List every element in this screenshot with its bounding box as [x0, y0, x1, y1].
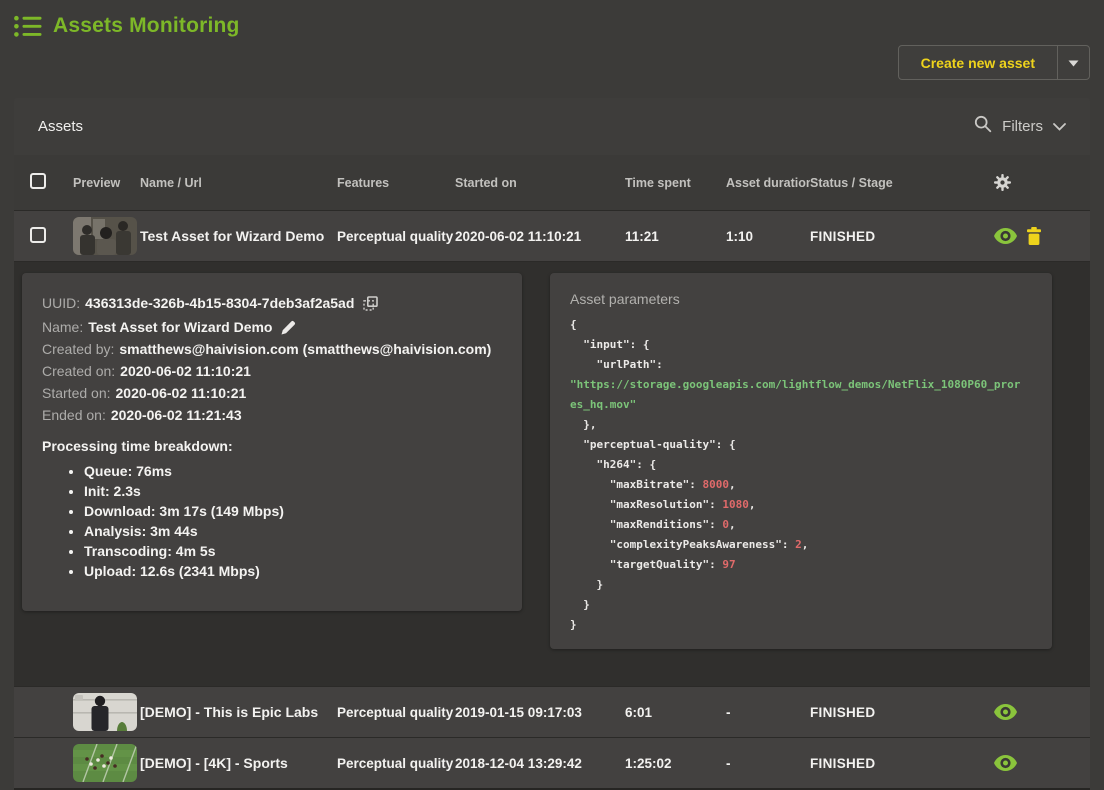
- processing-breakdown-title: Processing time breakdown:: [42, 438, 502, 454]
- code-line: "perceptual-quality": {: [570, 435, 1032, 455]
- status-badge: FINISHED: [810, 229, 944, 244]
- breakdown-item: Transcoding: 4m 5s: [84, 543, 502, 560]
- page-title: Assets Monitoring: [53, 14, 240, 38]
- asset-metadata-card: UUID: 436313de-326b-4b15-8304-7deb3af2a5…: [22, 273, 522, 611]
- breakdown-item: Upload: 12.6s (2341 Mbps): [84, 563, 502, 580]
- processing-breakdown-list: Queue: 76ms Init: 2.3s Download: 3m 17s …: [84, 463, 502, 580]
- asset-started-on: 2018-12-04 13:29:42: [455, 756, 625, 771]
- table-row[interactable]: [DEMO] - This is Epic Labs Perceptual qu…: [14, 686, 1090, 737]
- column-header-name-url: Name / Url: [140, 176, 337, 190]
- code-line: "targetQuality": 97: [570, 555, 1032, 575]
- ended-on-field: Ended on: 2020-06-02 11:21:43: [42, 407, 502, 424]
- asset-name: [DEMO] - This is Epic Labs: [140, 704, 337, 720]
- panel-header: Assets Filters: [14, 98, 1090, 155]
- code-line: },: [570, 415, 1032, 435]
- view-asset-eye-icon[interactable]: [994, 228, 1017, 244]
- create-asset-dropdown-button[interactable]: [1057, 45, 1090, 80]
- breakdown-item: Queue: 76ms: [84, 463, 502, 480]
- table-settings-gear-icon[interactable]: [994, 174, 1011, 191]
- assets-list-icon[interactable]: [14, 15, 42, 38]
- code-line: "maxResolution": 1080,: [570, 495, 1032, 515]
- code-line: "maxRenditions": 0,: [570, 515, 1032, 535]
- asset-duration: -: [726, 705, 810, 720]
- create-new-asset-button[interactable]: Create new asset: [898, 45, 1058, 80]
- edit-name-pencil-icon[interactable]: [281, 320, 296, 335]
- created-by-field: Created by: smatthews@haivision.com (sma…: [42, 341, 502, 358]
- copy-uuid-icon[interactable]: [363, 296, 378, 311]
- code-line: {: [570, 315, 1032, 335]
- uuid-field: UUID: 436313de-326b-4b15-8304-7deb3af2a5…: [42, 295, 502, 312]
- asset-parameters-json: { "input": { "urlPath":"https://storage.…: [570, 315, 1032, 635]
- asset-name: Test Asset for Wizard Demo: [140, 228, 337, 244]
- topbar: Assets Monitoring: [14, 14, 240, 38]
- chevron-down-icon[interactable]: [1053, 118, 1066, 136]
- name-field: Name: Test Asset for Wizard Demo: [42, 319, 502, 336]
- asset-time-spent: 1:25:02: [625, 756, 726, 771]
- asset-thumbnail[interactable]: [73, 217, 137, 255]
- asset-detail-panel: UUID: 436313de-326b-4b15-8304-7deb3af2a5…: [14, 261, 1090, 686]
- code-line: es_hq.mov": [570, 395, 1032, 415]
- asset-parameters-title: Asset parameters: [570, 291, 1032, 307]
- code-line: }: [570, 575, 1032, 595]
- code-line: "urlPath":: [570, 355, 1032, 375]
- table-row[interactable]: Test Asset for Wizard Demo Perceptual qu…: [14, 210, 1090, 261]
- asset-started-on: 2020-06-02 11:10:21: [455, 229, 625, 244]
- filters-label[interactable]: Filters: [1002, 118, 1043, 135]
- status-badge: FINISHED: [810, 756, 944, 771]
- select-all-checkbox[interactable]: [30, 173, 46, 189]
- table-row[interactable]: [DEMO] - [4K] - Sports Perceptual qualit…: [14, 737, 1090, 788]
- caret-down-icon: [1068, 55, 1079, 70]
- column-header-time-spent: Time spent: [625, 176, 726, 190]
- page: Assets Monitoring Create new asset Asset…: [0, 0, 1104, 790]
- column-header-status-stage: Status / Stage: [810, 176, 944, 190]
- asset-parameters-card: Asset parameters { "input": { "urlPath":…: [550, 273, 1052, 649]
- created-on-field: Created on: 2020-06-02 11:10:21: [42, 363, 502, 380]
- breakdown-item: Download: 3m 17s (149 Mbps): [84, 503, 502, 520]
- asset-features: Perceptual quality: [337, 705, 455, 720]
- asset-thumbnail[interactable]: [73, 693, 137, 731]
- column-header-started-on: Started on: [455, 176, 625, 190]
- code-line: "maxBitrate": 8000,: [570, 475, 1032, 495]
- code-line: "https://storage.googleapis.com/lightflo…: [570, 375, 1032, 395]
- asset-name: [DEMO] - [4K] - Sports: [140, 755, 337, 771]
- asset-duration: -: [726, 756, 810, 771]
- asset-features: Perceptual quality: [337, 229, 455, 244]
- search-icon[interactable]: [974, 115, 992, 138]
- column-header-asset-duration: Asset duration: [726, 176, 810, 190]
- breakdown-item: Analysis: 3m 44s: [84, 523, 502, 540]
- column-header-preview: Preview: [59, 176, 140, 190]
- delete-asset-trash-icon[interactable]: [1026, 227, 1042, 245]
- asset-time-spent: 11:21: [625, 229, 726, 244]
- row-checkbox[interactable]: [30, 227, 46, 243]
- column-header-features: Features: [337, 176, 455, 190]
- started-on-field: Started on: 2020-06-02 11:10:21: [42, 385, 502, 402]
- assets-panel: Assets Filters Preview Name / Url: [14, 98, 1090, 790]
- asset-time-spent: 6:01: [625, 705, 726, 720]
- asset-thumbnail[interactable]: [73, 744, 137, 782]
- table-header-row: Preview Name / Url Features Started on T…: [14, 155, 1090, 210]
- asset-features: Perceptual quality: [337, 756, 455, 771]
- code-line: }: [570, 615, 1032, 635]
- asset-duration: 1:10: [726, 229, 810, 244]
- breakdown-item: Init: 2.3s: [84, 483, 502, 500]
- view-asset-eye-icon[interactable]: [994, 755, 1017, 771]
- code-line: "complexityPeaksAwareness": 2,: [570, 535, 1032, 555]
- code-line: }: [570, 595, 1032, 615]
- asset-started-on: 2019-01-15 09:17:03: [455, 705, 625, 720]
- view-asset-eye-icon[interactable]: [994, 704, 1017, 720]
- status-badge: FINISHED: [810, 705, 944, 720]
- code-line: "h264": {: [570, 455, 1032, 475]
- create-asset-actions: Create new asset: [898, 45, 1090, 80]
- code-line: "input": {: [570, 335, 1032, 355]
- panel-title: Assets: [38, 118, 83, 135]
- filters-control[interactable]: Filters: [974, 115, 1066, 138]
